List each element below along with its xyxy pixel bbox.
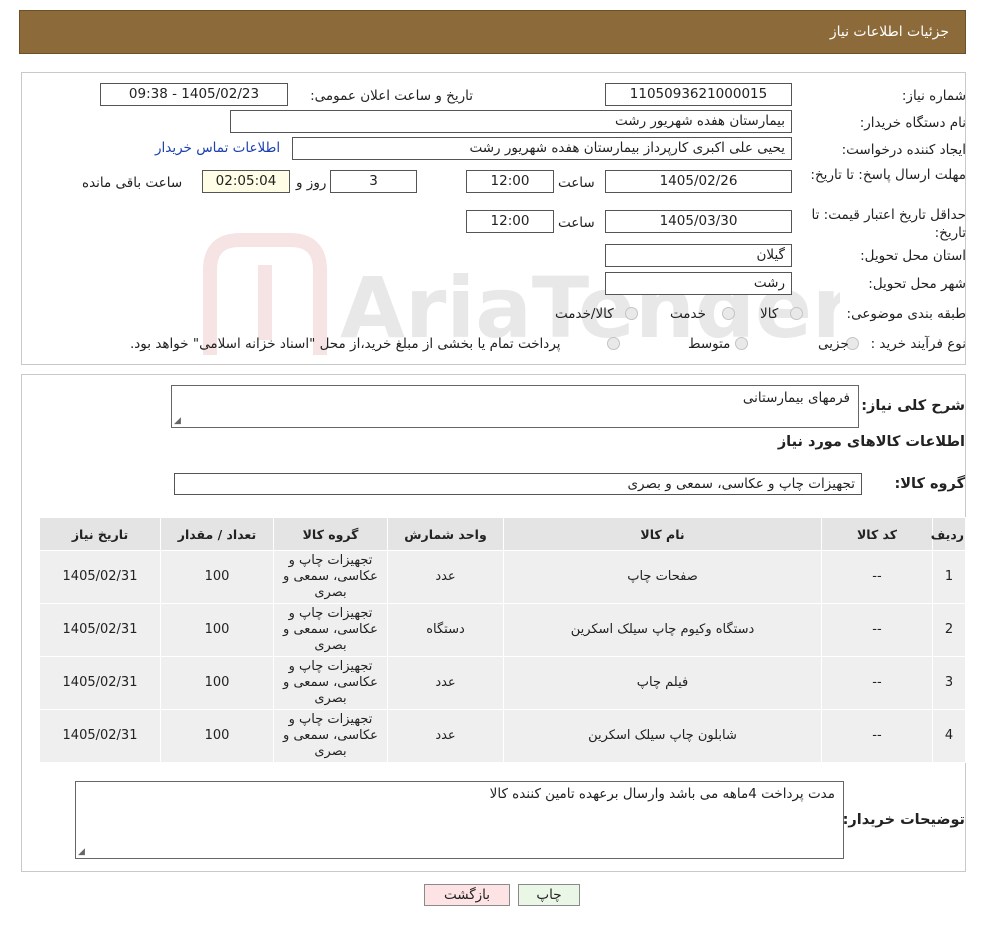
cell-quantity: 100 <box>160 656 274 710</box>
buyer-org-label: نام دستگاه خریدار: <box>859 115 966 131</box>
category-goods-service-label: کالا/خدمت <box>555 306 614 322</box>
reply-time-field: 12:00 <box>466 170 554 193</box>
goods-info-title: اطلاعات کالاهای مورد نیاز <box>777 434 965 450</box>
need-number-label: شماره نیاز: <box>901 88 966 104</box>
category-service-radio[interactable] <box>722 307 735 320</box>
resize-grip-icon[interactable]: ◢ <box>78 847 85 857</box>
cell-goods-group: تجهیزات چاپ و عکاسی، سمعی و بصری <box>273 656 388 710</box>
category-service-label: خدمت <box>670 306 706 322</box>
col-header-need-date: تاریخ نیاز <box>39 517 161 551</box>
cell-item-code: -- <box>821 603 933 657</box>
price-validity-time-label: ساعت <box>558 215 595 231</box>
category-goods-label: کالا <box>760 306 779 322</box>
goods-group-label: گروه کالا: <box>894 476 965 492</box>
cell-goods-group: تجهیزات چاپ و عکاسی، سمعی و بصری <box>273 709 388 763</box>
cell-item-code: -- <box>821 656 933 710</box>
buyer-notes-textarea[interactable]: مدت پرداخت 4ماهه می باشد وارسال برعهده ت… <box>75 781 844 859</box>
cell-quantity: 100 <box>160 603 274 657</box>
cell-item-code: -- <box>821 550 933 604</box>
need-summary-label: شرح کلی نیاز: <box>861 398 965 414</box>
cell-unit: عدد <box>387 709 504 763</box>
city-label: شهر محل تحویل: <box>868 276 966 292</box>
province-label: استان محل تحویل: <box>860 248 966 264</box>
category-goods-service-radio[interactable] <box>625 307 638 320</box>
table-row: 3 -- فیلم چاپ عدد تجهیزات چاپ و عکاسی، س… <box>39 656 966 710</box>
announce-datetime-field: 1405/02/23 - 09:38 <box>100 83 288 106</box>
page-header: جزئیات اطلاعات نیاز <box>19 10 966 54</box>
cell-goods-group: تجهیزات چاپ و عکاسی، سمعی و بصری <box>273 550 388 604</box>
price-validity-date-field: 1405/03/30 <box>605 210 792 233</box>
city-field: رشت <box>605 272 792 295</box>
process-minor-label: جزیی <box>818 336 849 352</box>
resize-grip-icon[interactable]: ◢ <box>174 416 181 426</box>
cell-quantity: 100 <box>160 709 274 763</box>
days-label: روز و <box>296 175 327 191</box>
cell-goods-group: تجهیزات چاپ و عکاسی، سمعی و بصری <box>273 603 388 657</box>
need-number-field: 1105093621000015 <box>605 83 792 106</box>
remaining-time-field: 02:05:04 <box>202 170 290 193</box>
cell-unit: عدد <box>387 656 504 710</box>
price-validity-time-field: 12:00 <box>466 210 554 233</box>
category-label: طبقه بندی موضوعی: <box>846 306 966 322</box>
reply-date-field: 1405/02/26 <box>605 170 792 193</box>
creator-field: یحیی علی اکبری کارپرداز بیمارستان هفده ش… <box>292 137 792 160</box>
reply-deadline-label: مهلت ارسال پاسخ: تا تاریخ: <box>810 167 966 183</box>
cell-unit: عدد <box>387 550 504 604</box>
cell-row-number: 3 <box>932 656 966 710</box>
table-row: 2 -- دستگاه وکیوم چاپ سیلک اسکرین دستگاه… <box>39 603 966 657</box>
treasury-payment-checkbox[interactable] <box>607 337 620 350</box>
table-row: 4 -- شابلون چاپ سیلک اسکرین عدد تجهیزات … <box>39 709 966 763</box>
announce-datetime-label: تاریخ و ساعت اعلان عمومی: <box>310 88 473 104</box>
col-header-item-code: کد کالا <box>821 517 933 551</box>
cell-item-name: صفحات چاپ <box>503 550 822 604</box>
page-title: جزئیات اطلاعات نیاز <box>829 24 949 40</box>
price-validity-label: حداقل تاریخ اعتبار قیمت: تا تاریخ: <box>811 207 966 241</box>
remaining-time-label: ساعت باقی مانده <box>82 175 183 191</box>
creator-label: ایجاد کننده درخواست: <box>841 142 966 158</box>
cell-need-date: 1405/02/31 <box>39 709 161 763</box>
process-medium-radio[interactable] <box>735 337 748 350</box>
process-medium-label: متوسط <box>688 336 731 352</box>
cell-row-number: 4 <box>932 709 966 763</box>
treasury-payment-note: پرداخت تمام یا بخشی از مبلغ خرید،از محل … <box>130 336 561 352</box>
table-header-row: ردیف کد کالا نام کالا واحد شمارش گروه کا… <box>39 517 966 551</box>
need-summary-textarea[interactable]: فرمهای بیمارستانی ◢ <box>171 385 859 428</box>
cell-row-number: 1 <box>932 550 966 604</box>
col-header-unit: واحد شمارش <box>387 517 504 551</box>
remaining-days-field: 3 <box>330 170 417 193</box>
table-row: 1 -- صفحات چاپ عدد تجهیزات چاپ و عکاسی، … <box>39 550 966 604</box>
cell-need-date: 1405/02/31 <box>39 603 161 657</box>
cell-item-code: -- <box>821 709 933 763</box>
col-header-item-name: نام کالا <box>503 517 822 551</box>
cell-item-name: فیلم چاپ <box>503 656 822 710</box>
cell-row-number: 2 <box>932 603 966 657</box>
cell-quantity: 100 <box>160 550 274 604</box>
col-header-row-number: ردیف <box>931 517 966 551</box>
cell-need-date: 1405/02/31 <box>39 656 161 710</box>
col-header-quantity: تعداد / مقدار <box>160 517 274 551</box>
print-button[interactable]: چاپ <box>518 884 580 906</box>
buyer-notes-text: مدت پرداخت 4ماهه می باشد وارسال برعهده ت… <box>489 786 835 802</box>
goods-table: ردیف کد کالا نام کالا واحد شمارش گروه کا… <box>39 517 966 763</box>
buyer-notes-label: توضیحات خریدار: <box>842 812 965 828</box>
cell-unit: دستگاه <box>387 603 504 657</box>
cell-item-name: شابلون چاپ سیلک اسکرین <box>503 709 822 763</box>
buyer-contact-link[interactable]: اطلاعات تماس خریدار <box>155 140 280 156</box>
province-field: گیلان <box>605 244 792 267</box>
reply-time-label: ساعت <box>558 175 595 191</box>
back-button[interactable]: بازگشت <box>424 884 510 906</box>
category-goods-radio[interactable] <box>790 307 803 320</box>
process-type-label: نوع فرآیند خرید : <box>870 336 966 352</box>
cell-need-date: 1405/02/31 <box>39 550 161 604</box>
buyer-org-field: بیمارستان هفده شهریور رشت <box>230 110 792 133</box>
need-summary-text: فرمهای بیمارستانی <box>742 390 850 406</box>
col-header-goods-group: گروه کالا <box>273 517 388 551</box>
cell-item-name: دستگاه وکیوم چاپ سیلک اسکرین <box>503 603 822 657</box>
goods-group-field: تجهیزات چاپ و عکاسی، سمعی و بصری <box>174 473 862 495</box>
